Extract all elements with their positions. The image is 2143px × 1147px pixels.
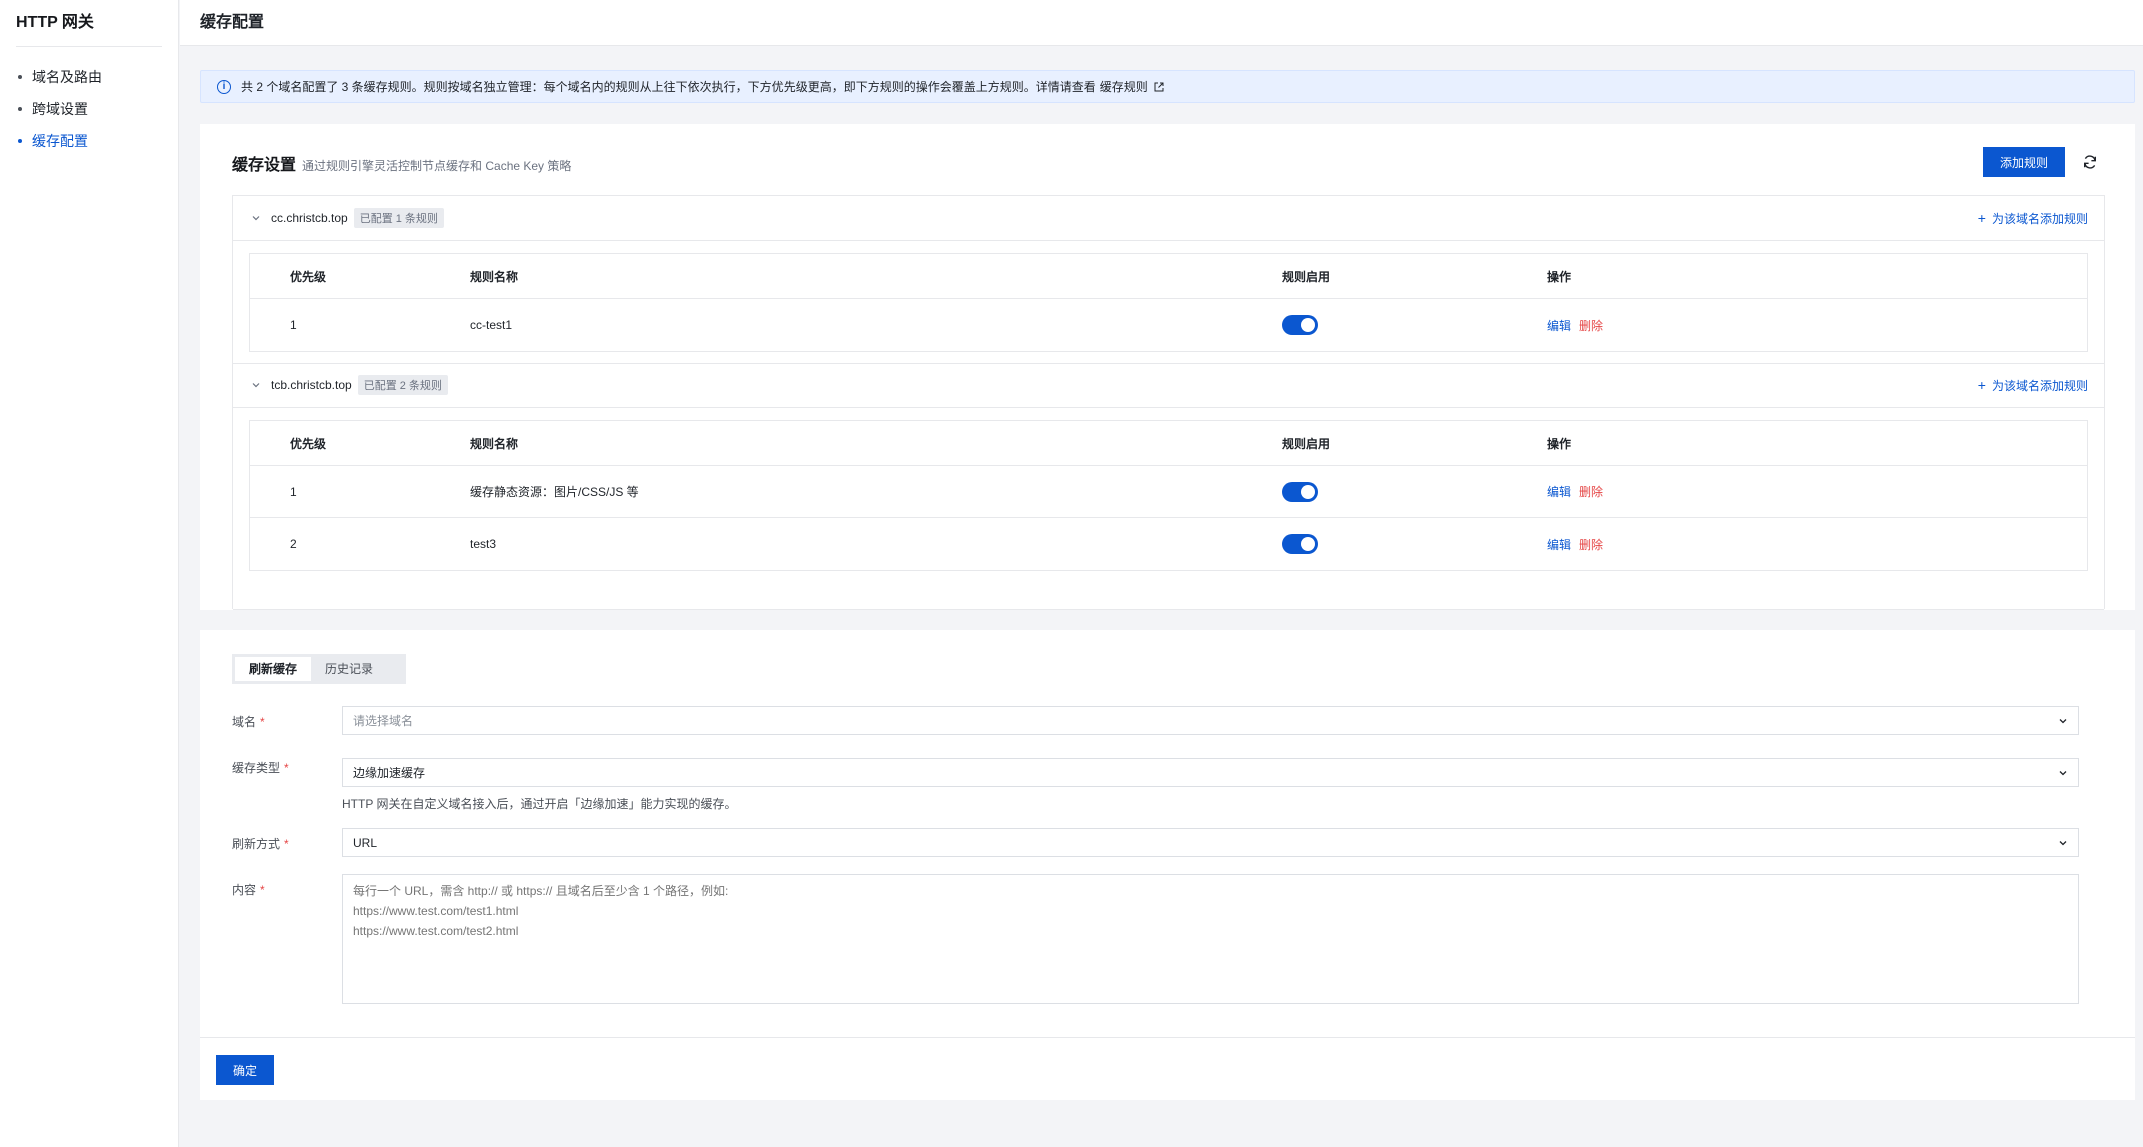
rule-table: 优先级 规则名称 规则启用 操作 1 cc-test1 编辑 删除 — [249, 253, 2088, 352]
plus-icon: + — [1977, 377, 1986, 393]
col-rule-name: 规则名称 — [470, 269, 519, 284]
add-domain-rule-link[interactable]: + 为该域名添加规则 — [1978, 210, 2088, 227]
bullet-icon — [18, 75, 22, 79]
domain-groups: cc.christcb.top 已配置 1 条规则 + 为该域名添加规则 优先级 … — [232, 195, 2105, 610]
refresh-cache-card: 刷新缓存 历史记录 域名 * 请选择域名 缓存类型 * 边缘加速缓存 HTTP 网关… — [200, 630, 2135, 1100]
table-header-row: 优先级 规则名称 规则启用 操作 — [250, 254, 2087, 299]
content-label: 内容 * — [232, 883, 265, 897]
chevron-down-icon[interactable] — [251, 213, 261, 223]
sidebar-item-label: 缓存配置 — [32, 133, 88, 149]
chevron-down-icon — [2059, 841, 2067, 846]
plus-icon: + — [1977, 210, 1986, 226]
delete-button[interactable]: 删除 — [1579, 483, 1603, 500]
confirm-button[interactable]: 确定 — [216, 1055, 274, 1085]
rule-enabled-toggle[interactable] — [1282, 534, 1318, 554]
edit-button[interactable]: 编辑 — [1547, 317, 1571, 334]
rule-enabled-toggle[interactable] — [1282, 315, 1318, 335]
chevron-down-icon — [2059, 771, 2067, 776]
edit-button[interactable]: 编辑 — [1547, 483, 1571, 500]
col-priority: 优先级 — [290, 269, 327, 284]
bullet-icon — [18, 139, 22, 143]
add-rule-button[interactable]: 添加规则 — [1983, 147, 2065, 177]
edit-button[interactable]: 编辑 — [1547, 536, 1571, 553]
refresh-method-select[interactable]: URL — [342, 828, 2079, 857]
col-enabled: 规则启用 — [1282, 269, 1331, 284]
cache-rule-doc-link[interactable]: 缓存规则 — [1100, 78, 1164, 95]
col-rule-name: 规则名称 — [470, 436, 519, 451]
link-label: 为该域名添加规则 — [1991, 211, 2088, 226]
card-subtitle: 通过规则引擎灵活控制节点缓存和 Cache Key 策略 — [302, 159, 572, 173]
info-alert: i 共 2 个域名配置了 3 条缓存规则。规则按域名独立管理：每个域名内的规则从… — [200, 70, 2135, 103]
cache-type-select[interactable]: 边缘加速缓存 — [342, 758, 2079, 787]
select-value: 边缘加速缓存 — [353, 766, 426, 780]
page-title: 缓存配置 — [180, 0, 2143, 46]
rule-count-badge: 已配置 2 条规则 — [357, 375, 448, 395]
refresh-method-label: 刷新方式 * — [232, 837, 289, 851]
select-value: URL — [353, 835, 378, 850]
table-row: 1 缓存静态资源：图片/CSS/JS 等 编辑 删除 — [250, 466, 2087, 518]
cache-settings-card: 缓存设置 通过规则引擎灵活控制节点缓存和 Cache Key 策略 添加规则 c… — [200, 124, 2135, 610]
tab-refresh-cache[interactable]: 刷新缓存 — [235, 657, 312, 681]
sidebar-item-label: 域名及路由 — [32, 69, 102, 85]
sidebar-item-cache-config[interactable]: 缓存配置 — [0, 125, 178, 157]
col-priority: 优先级 — [290, 436, 327, 451]
domain-name: tcb.christcb.top — [271, 378, 352, 392]
sidebar-item-domain-routing[interactable]: 域名及路由 — [0, 61, 178, 93]
col-actions: 操作 — [1547, 269, 1572, 284]
tab-history[interactable]: 历史记录 — [311, 657, 387, 681]
domain-name: cc.christcb.top — [271, 211, 348, 225]
rule-table: 优先级 规则名称 规则启用 操作 1 缓存静态资源：图片/CSS/JS 等 编辑… — [249, 420, 2088, 571]
table-row: 2 test3 编辑 删除 — [250, 518, 2087, 570]
card-header: 缓存设置 通过规则引擎灵活控制节点缓存和 Cache Key 策略 — [232, 151, 571, 175]
cache-type-help: HTTP 网关在自定义域名接入后，通过开启「边缘加速」能力实现的缓存。 — [342, 797, 737, 811]
domain-label: 域名 * — [232, 715, 265, 729]
delete-button[interactable]: 删除 — [1579, 317, 1603, 334]
sidebar-menu: 域名及路由 跨域设置 缓存配置 — [0, 47, 178, 157]
external-link-icon — [1154, 82, 1164, 91]
app-title: HTTP 网关 — [16, 14, 94, 31]
table-header-row: 优先级 规则名称 规则启用 操作 — [250, 421, 2087, 466]
divider — [233, 240, 2104, 241]
divider — [233, 407, 2104, 408]
rule-name: test3 — [470, 537, 497, 551]
sidebar-item-label: 跨域设置 — [32, 101, 88, 117]
rule-name: cc-test1 — [470, 318, 513, 332]
tab-bar: 刷新缓存 历史记录 — [232, 654, 406, 684]
add-domain-rule-link[interactable]: + 为该域名添加规则 — [1978, 377, 2088, 394]
chevron-down-icon[interactable] — [251, 380, 261, 390]
divider — [200, 1037, 2135, 1038]
rule-priority: 1 — [290, 484, 297, 499]
table-row: 1 cc-test1 编辑 删除 — [250, 299, 2087, 351]
col-actions: 操作 — [1547, 436, 1572, 451]
refresh-icon[interactable] — [2078, 150, 2102, 174]
delete-button[interactable]: 删除 — [1579, 536, 1603, 553]
rule-enabled-toggle[interactable] — [1282, 481, 1318, 502]
rule-priority: 1 — [290, 318, 297, 332]
sidebar-item-cors[interactable]: 跨域设置 — [0, 93, 178, 125]
rule-priority: 2 — [290, 537, 297, 551]
link-label: 为该域名添加规则 — [1991, 378, 2088, 393]
rule-name: 缓存静态资源：图片/CSS/JS 等 — [470, 485, 639, 499]
link-label: 缓存规则 — [1099, 80, 1148, 94]
card-title: 缓存设置 — [232, 157, 297, 174]
content-textarea[interactable] — [342, 874, 2079, 1004]
col-enabled: 规则启用 — [1282, 436, 1331, 451]
divider — [233, 609, 2104, 610]
cache-type-label: 缓存类型 * — [232, 761, 289, 775]
info-icon: i — [217, 79, 231, 94]
select-placeholder: 请选择域名 — [353, 714, 414, 728]
chevron-down-icon — [2059, 719, 2067, 724]
domain-select[interactable]: 请选择域名 — [342, 706, 2079, 735]
domain-header[interactable]: tcb.christcb.top 已配置 2 条规则 + 为该域名添加规则 — [233, 363, 2104, 407]
domain-header[interactable]: cc.christcb.top 已配置 1 条规则 + 为该域名添加规则 — [233, 196, 2104, 240]
bullet-icon — [18, 107, 22, 111]
alert-text: 共 2 个域名配置了 3 条缓存规则。规则按域名独立管理：每个域名内的规则从上往… — [241, 80, 1096, 94]
rule-count-badge: 已配置 1 条规则 — [353, 208, 444, 228]
sidebar: HTTP 网关 域名及路由 跨域设置 缓存配置 — [0, 0, 179, 1147]
